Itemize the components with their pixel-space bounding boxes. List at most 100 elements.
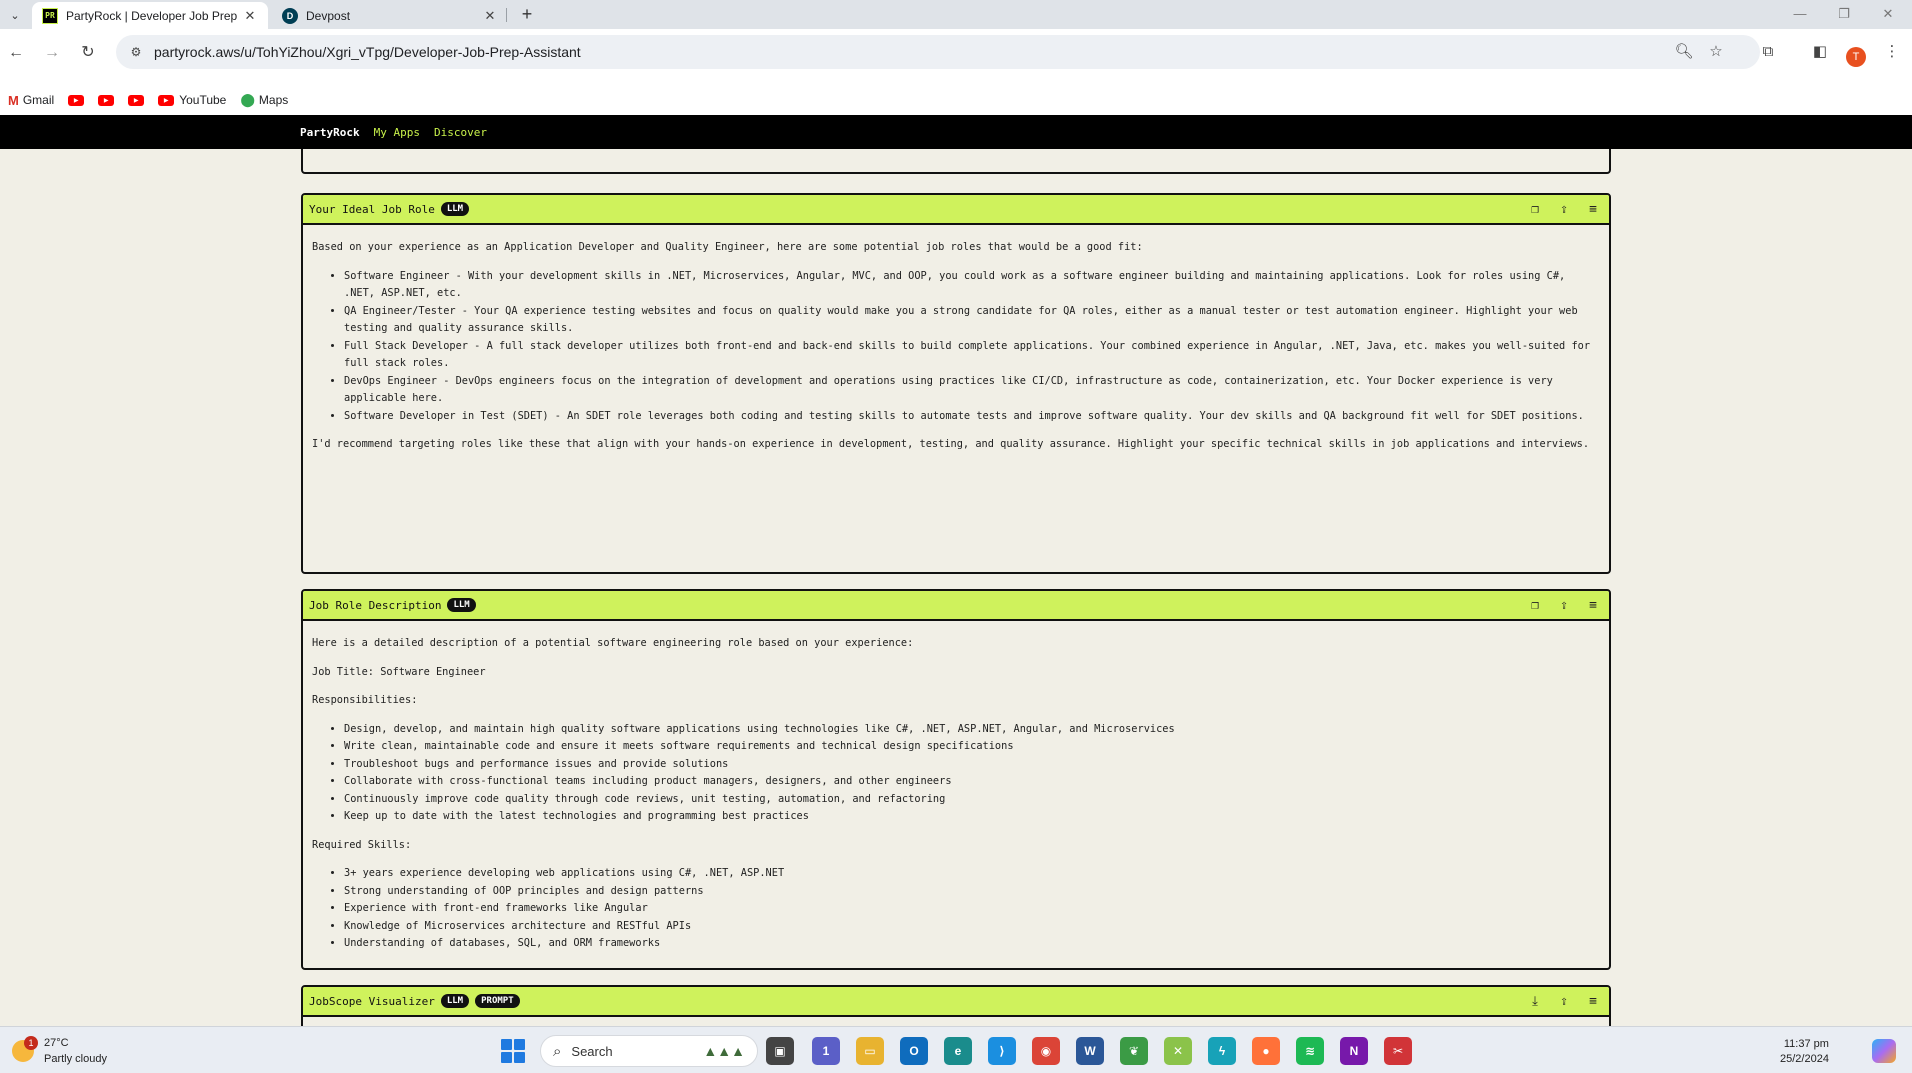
bookmark-youtube-1[interactable]: ▶ <box>68 94 85 106</box>
reload-icon[interactable]: ↻ <box>76 41 100 65</box>
export-icon[interactable]: ⇪ <box>1556 202 1572 218</box>
windows-start-icon[interactable] <box>501 1039 525 1063</box>
nav-my-apps[interactable]: My Apps <box>374 126 420 139</box>
edge-icon[interactable]: e <box>944 1037 972 1065</box>
export-icon[interactable]: ⇪ <box>1556 598 1572 614</box>
weather-icon: 1 <box>12 1036 38 1062</box>
list-item: Keep up to date with the latest technolo… <box>344 808 1600 826</box>
tab-title: PartyRock | Developer Job Prep <box>66 8 238 23</box>
zoom-icon[interactable]: 🔍︎ <box>1674 42 1694 62</box>
export-icon[interactable]: ⇪ <box>1556 994 1572 1010</box>
word-icon[interactable]: W <box>1076 1037 1104 1065</box>
widget-header: JobScope Visualizer LLM PROMPT ⤓ ⇪ ≡ <box>303 987 1609 1017</box>
settings-sliders-icon[interactable]: ≡ <box>1585 202 1601 218</box>
bookmark-maps[interactable]: ⬤ Maps <box>240 92 288 108</box>
system-clock[interactable]: 11:37 pm 25/2/2024 <box>1780 1037 1829 1067</box>
onenote-icon[interactable]: N <box>1340 1037 1368 1065</box>
menu-kebab-icon[interactable]: ⋮ <box>1880 40 1904 64</box>
clock-date: 25/2/2024 <box>1780 1053 1829 1065</box>
copy-icon[interactable]: ❐ <box>1527 202 1543 218</box>
spotify-icon[interactable]: ≋ <box>1296 1037 1324 1065</box>
bookmark-youtube-2[interactable]: ▶ <box>98 94 115 106</box>
skills-list: 3+ years experience developing web appli… <box>344 865 1600 953</box>
nav-discover[interactable]: Discover <box>434 126 487 139</box>
tab-separator <box>506 8 507 22</box>
list-item: 3+ years experience developing web appli… <box>344 865 1600 883</box>
address-bar[interactable]: ⚙ partyrock.aws/u/TohYiZhou/Xgri_vTpg/De… <box>116 35 1760 69</box>
site-info-icon[interactable]: ⚙ <box>126 45 146 59</box>
clock-time: 11:37 pm <box>1783 1038 1829 1050</box>
settings-sliders-icon[interactable]: ≡ <box>1585 598 1601 614</box>
bookmark-youtube[interactable]: ▶ YouTube <box>158 93 226 107</box>
forward-arrow-icon[interactable]: → <box>40 41 64 65</box>
url-text[interactable]: partyrock.aws/u/TohYiZhou/Xgri_vTpg/Deve… <box>154 44 581 60</box>
windows-taskbar: 1 27°C Partly cloudy ⌕ Search ▲▲▲ ▣ 1 ▭ … <box>0 1026 1912 1073</box>
widget-ideal-job-role: Your Ideal Job Role LLM ❐ ⇪ ≡ Based on y… <box>301 193 1611 574</box>
new-tab-button[interactable]: + <box>516 3 538 25</box>
outlook-icon[interactable]: O <box>900 1037 928 1065</box>
list-item: DevOps Engineer - DevOps engineers focus… <box>344 373 1600 408</box>
task-view-icon[interactable]: ▣ <box>766 1037 794 1065</box>
widget-job-role-description: Job Role Description LLM ❐ ⇪ ≡ Here is a… <box>301 589 1611 970</box>
widget-jobscope-visualizer: JobScope Visualizer LLM PROMPT ⤓ ⇪ ≡ <box>301 985 1611 1026</box>
restore-button[interactable]: ❐ <box>1822 4 1866 24</box>
youtube-icon: ▶ <box>98 94 115 106</box>
bookmark-gmail[interactable]: M Gmail <box>8 93 54 108</box>
chrome-icon[interactable]: ◉ <box>1032 1037 1060 1065</box>
devpost-favicon-icon: D <box>282 7 298 24</box>
close-icon[interactable]: ✕ <box>242 8 258 24</box>
list-item: Full Stack Developer - A full stack deve… <box>344 338 1600 373</box>
snipping-tool-icon[interactable]: ✂ <box>1384 1037 1412 1065</box>
copy-icon[interactable]: ❐ <box>1527 598 1543 614</box>
gmail-icon: M <box>8 92 19 108</box>
tab-title: Devpost <box>306 8 351 23</box>
taskbar-search[interactable]: ⌕ Search ▲▲▲ <box>540 1035 758 1067</box>
job-role-list: Software Engineer - With your developmen… <box>344 268 1600 426</box>
extensions-icon[interactable]: ⧉ <box>1756 40 1780 64</box>
power-automate-icon[interactable]: ϟ <box>1208 1037 1236 1065</box>
list-item: QA Engineer/Tester - Your QA experience … <box>344 303 1600 338</box>
list-item: Strong understanding of OOP principles a… <box>344 883 1600 901</box>
browser-toolbar: ← → ↻ ⚙ partyrock.aws/u/TohYiZhou/Xgri_v… <box>0 29 1912 85</box>
llm-badge: LLM <box>447 598 476 612</box>
window-close-button[interactable]: ✕ <box>1866 4 1910 24</box>
widget-title: Job Role Description <box>309 598 442 612</box>
mongodb-icon[interactable]: ❦ <box>1120 1037 1148 1065</box>
list-item: Write clean, maintainable code and ensur… <box>344 738 1600 756</box>
widget-output: Based on your experience as an Applicati… <box>303 225 1609 479</box>
bookmark-label: Gmail <box>22 93 55 107</box>
vscode-icon[interactable]: ⟩ <box>988 1037 1016 1065</box>
youtube-icon: ▶ <box>158 94 175 106</box>
copilot-icon[interactable] <box>1872 1039 1896 1063</box>
teams-icon[interactable]: 1 <box>812 1037 840 1065</box>
bookmark-youtube-3[interactable]: ▶ <box>128 94 145 106</box>
bookmark-label: YouTube <box>179 93 227 107</box>
widget-title: Your Ideal Job Role <box>309 202 435 216</box>
tab-devpost[interactable]: D Devpost ✕ <box>272 2 508 29</box>
firefox-icon[interactable]: ● <box>1252 1037 1280 1065</box>
responsibilities-heading: Responsibilities: <box>312 694 418 706</box>
bookmark-star-icon[interactable]: ☆ <box>1706 42 1726 62</box>
settings-sliders-icon[interactable]: ≡ <box>1585 994 1601 1010</box>
profile-avatar[interactable]: T <box>1846 47 1866 67</box>
side-panel-icon[interactable]: ◧ <box>1808 40 1832 64</box>
weather-widget[interactable]: 1 27°C Partly cloudy <box>12 1035 107 1067</box>
tab-search-chevron-icon[interactable]: ⌄ <box>4 4 26 26</box>
file-explorer-icon[interactable]: ▭ <box>856 1037 884 1065</box>
partyrock-logo[interactable]: PartyRock <box>300 126 360 139</box>
browser-tabstrip: ⌄ PR PartyRock | Developer Job Prep ✕ D … <box>0 0 1912 29</box>
app-icon[interactable]: ✕ <box>1164 1037 1192 1065</box>
list-item: Design, develop, and maintain high quali… <box>344 721 1600 739</box>
maps-icon: ⬤ <box>240 92 255 107</box>
back-arrow-icon[interactable]: ← <box>4 41 28 65</box>
close-icon[interactable]: ✕ <box>482 8 498 24</box>
tab-partyrock[interactable]: PR PartyRock | Developer Job Prep ✕ <box>32 2 268 29</box>
list-item: Experience with front-end frameworks lik… <box>344 900 1600 918</box>
bookmarks-bar: M Gmail ▶ ▶ ▶ ▶ YouTube ⬤ Maps <box>0 85 1912 115</box>
skills-heading: Required Skills: <box>312 838 412 851</box>
teams-badge: 1 <box>822 1044 830 1058</box>
minimize-button[interactable]: — <box>1778 4 1822 24</box>
responsibilities-list: Design, develop, and maintain high quali… <box>344 721 1600 826</box>
widget-header: Job Role Description LLM ❐ ⇪ ≡ <box>303 591 1609 621</box>
download-icon[interactable]: ⤓ <box>1527 994 1543 1010</box>
